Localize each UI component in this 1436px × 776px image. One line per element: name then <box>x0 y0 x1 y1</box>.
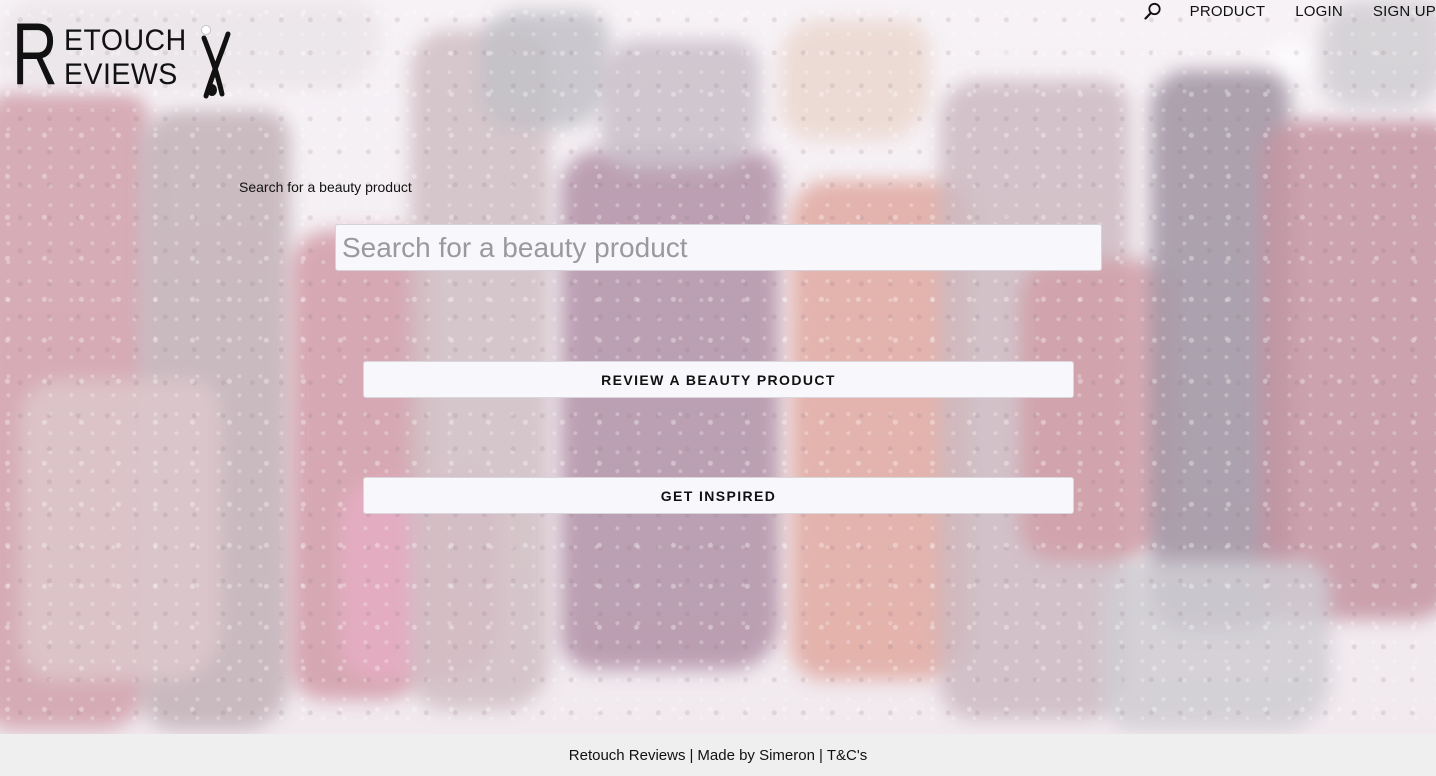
nav-search-button[interactable] <box>1142 0 1164 22</box>
footer-separator: | <box>689 746 694 764</box>
search-input[interactable] <box>335 224 1102 271</box>
review-product-button[interactable]: REVIEW A BEAUTY PRODUCT <box>363 361 1074 398</box>
footer: Retouch Reviews | Made by Simeron | T&C'… <box>0 734 1436 776</box>
scissors-icon <box>201 25 231 99</box>
search-icon <box>1144 2 1161 20</box>
logo-initial: R <box>12 4 58 103</box>
footer-separator: | <box>818 746 823 764</box>
site-logo[interactable]: R ETOUCH EVIEWS <box>12 10 232 99</box>
nav-login-link[interactable]: LOGIN <box>1295 3 1343 20</box>
top-nav: PRODUCT LOGIN SIGN UP <box>1124 0 1436 22</box>
logo-line-1: ETOUCH <box>64 24 187 57</box>
footer-site-name: Retouch Reviews <box>568 746 686 764</box>
search-label: Search for a beauty product <box>239 179 412 195</box>
get-inspired-button[interactable]: GET INSPIRED <box>363 477 1074 514</box>
nav-product-link[interactable]: PRODUCT <box>1190 3 1266 20</box>
footer-terms-link[interactable]: T&C's <box>827 747 867 764</box>
footer-made-by: Made by Simeron <box>697 746 815 764</box>
logo-line-2: EVIEWS <box>64 58 178 91</box>
nav-signup-link[interactable]: SIGN UP <box>1373 3 1436 20</box>
